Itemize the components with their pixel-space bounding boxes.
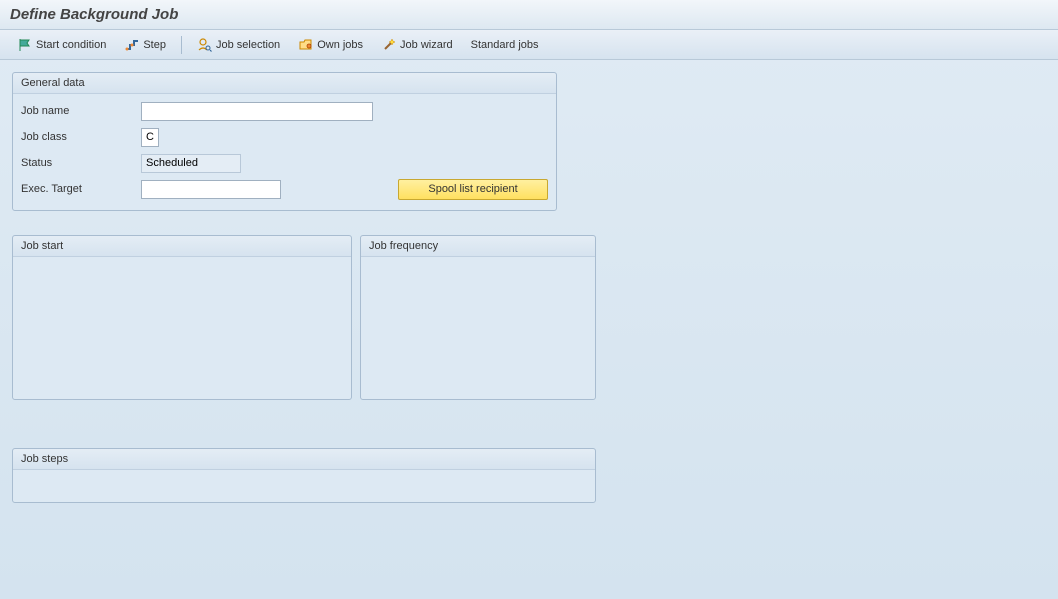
own-jobs-label: Own jobs [317,39,363,51]
standard-jobs-button[interactable]: Standard jobs [464,34,546,56]
job-name-label: Job name [21,105,141,117]
job-start-body [13,257,351,269]
own-jobs-button[interactable]: Own jobs [291,34,370,56]
page-title: Define Background Job [10,6,178,23]
wizard-icon [381,37,397,53]
spool-list-recipient-button[interactable]: Spool list recipient [398,179,548,200]
job-start-title: Job start [13,236,351,257]
job-name-input[interactable] [141,102,373,121]
job-frequency-title: Job frequency [361,236,595,257]
step-button[interactable]: Step [117,34,173,56]
flag-icon [17,37,33,53]
job-steps-groupbox: Job steps [12,448,596,503]
job-timing-row: Job start Job frequency [12,235,1046,424]
general-data-groupbox: General data Job name Job class Status E… [12,72,557,211]
exec-target-label: Exec. Target [21,183,141,195]
general-data-title: General data [13,73,556,94]
content-area: General data Job name Job class Status E… [0,60,1058,539]
start-condition-button[interactable]: Start condition [10,34,113,56]
toolbar: Start condition Step Job selection Own j… [0,30,1058,60]
folder-user-icon [298,37,314,53]
job-steps-title: Job steps [13,449,595,470]
status-label: Status [21,157,141,169]
exec-target-row: Exec. Target Spool list recipient [21,178,548,200]
status-field [141,154,241,173]
title-bar: Define Background Job [0,0,1058,30]
step-icon [124,37,140,53]
status-row: Status [21,152,548,174]
job-wizard-button[interactable]: Job wizard [374,34,460,56]
standard-jobs-label: Standard jobs [471,39,539,51]
job-class-label: Job class [21,131,141,143]
job-steps-body [13,470,595,482]
step-label: Step [143,39,166,51]
job-wizard-label: Job wizard [400,39,453,51]
general-data-body: Job name Job class Status Exec. Target S… [13,94,556,210]
job-frequency-body [361,257,595,269]
user-search-icon [197,37,213,53]
job-class-row: Job class [21,126,548,148]
exec-target-input[interactable] [141,180,281,199]
start-condition-label: Start condition [36,39,106,51]
toolbar-separator [181,36,182,54]
job-class-input[interactable] [141,128,159,147]
job-frequency-groupbox: Job frequency [360,235,596,400]
job-start-groupbox: Job start [12,235,352,400]
job-name-row: Job name [21,100,548,122]
job-selection-button[interactable]: Job selection [190,34,287,56]
job-selection-label: Job selection [216,39,280,51]
